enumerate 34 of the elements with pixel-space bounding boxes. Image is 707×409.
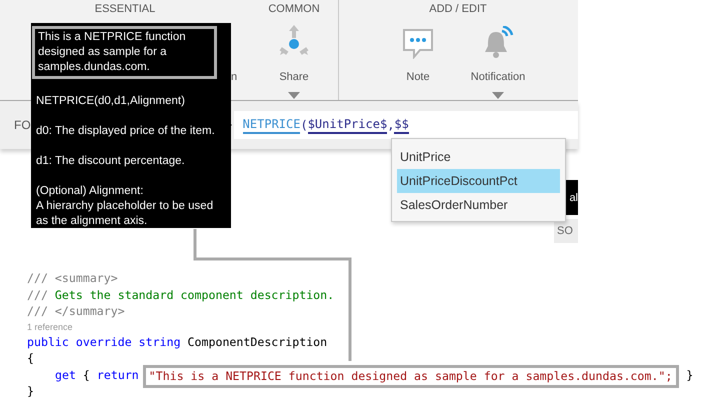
ribbon-button[interactable]: Note xyxy=(378,16,458,100)
table-cell: al xyxy=(566,180,578,215)
tooltip-text: d1: The discount percentage. xyxy=(35,154,186,169)
code-token: ComponentDescription xyxy=(186,334,328,350)
group-title: COMMON xyxy=(268,3,320,16)
speech-bubble-icon xyxy=(402,27,434,59)
group-title: ESSENTIAL xyxy=(94,3,156,16)
code-token: Gets the standard component description. xyxy=(54,286,334,303)
group-title: ADD / EDIT xyxy=(429,3,487,16)
tooltip-text: (Optional) Alignment: A hierarchy placeholder to be used as the alignment axis. xyxy=(35,184,214,229)
highlighted-string: "This is a NETPRICE function designed as sample for a samples.dundas.com."; xyxy=(142,365,680,388)
suggestion-item[interactable]: UnitPrice xyxy=(397,145,560,169)
suggestion-item[interactable]: UnitPriceDiscountPct xyxy=(397,169,560,193)
code-token: /// </summary> xyxy=(27,303,125,320)
code-token: return xyxy=(96,366,139,383)
highlighted-description: This is a NETPRICE function designed as sample for a samples.dundas.com. xyxy=(32,26,217,79)
table-cell: SO xyxy=(554,219,578,243)
code-token: public override string xyxy=(27,334,181,350)
code-token: { xyxy=(27,350,34,366)
ribbon-button[interactable]: Notification xyxy=(458,16,538,100)
ribbon-button[interactable]: Share xyxy=(254,16,334,100)
ribbon-button[interactable]: n xyxy=(226,16,242,100)
suggestion-item[interactable]: SalesOrderNumber xyxy=(397,193,560,217)
code-token: } xyxy=(27,383,34,400)
tooltip-text: d0: The displayed price of the item. xyxy=(35,124,216,139)
code-token: { xyxy=(82,366,91,383)
code-token: get xyxy=(55,366,76,383)
tooltip-text: NETPRICE(d0,d1,Alignment) xyxy=(35,94,186,109)
code-token: } xyxy=(685,366,694,383)
formula-field[interactable]: NETPRICE($UnitPrice$,$$ xyxy=(234,111,578,139)
code-token: /// <summary> xyxy=(27,270,118,286)
code-token: /// xyxy=(27,286,49,303)
formula-label: FO xyxy=(14,118,31,132)
bell-icon xyxy=(482,26,514,60)
